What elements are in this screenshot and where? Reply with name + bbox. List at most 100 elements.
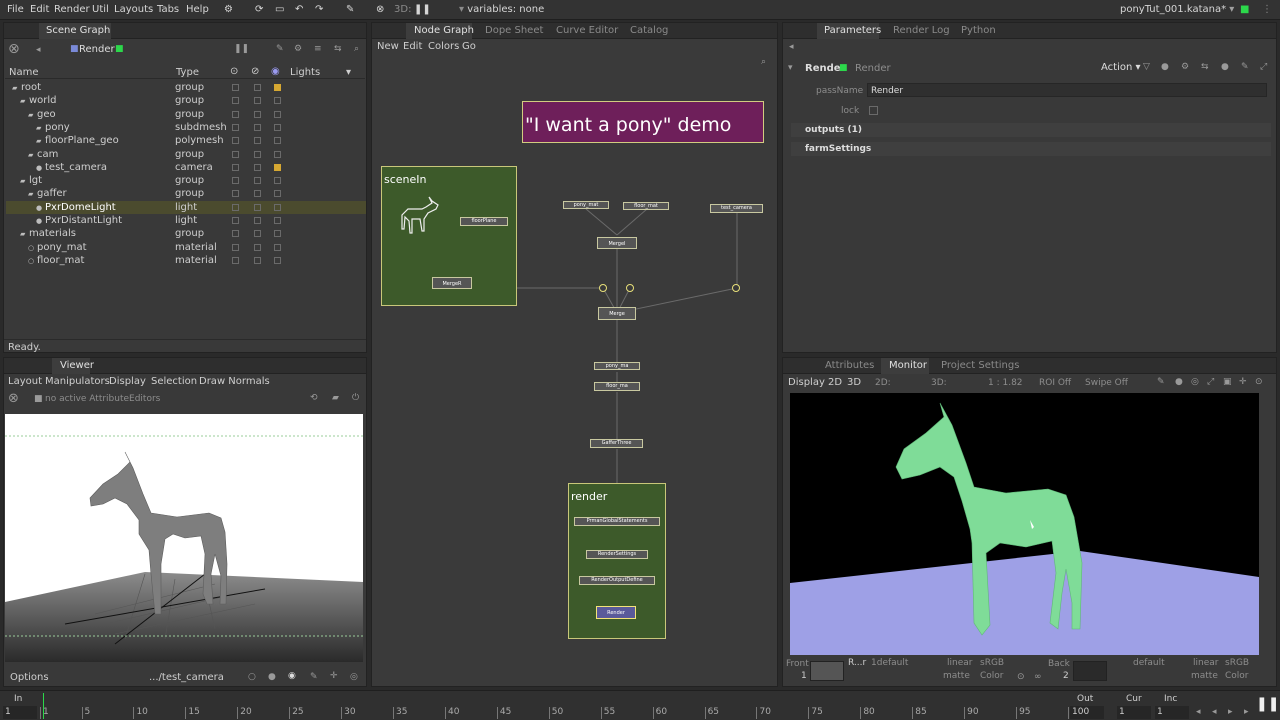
refresh-icon[interactable]: ⟳	[255, 4, 263, 15]
pin-checkbox[interactable]	[254, 230, 261, 238]
shade-icon[interactable]: ●	[268, 672, 276, 682]
visibility-checkbox[interactable]	[232, 230, 239, 238]
light-checkbox[interactable]	[274, 84, 281, 91]
pin-checkbox[interactable]	[254, 150, 261, 158]
pin-checkbox[interactable]	[254, 190, 261, 198]
redo-icon[interactable]: ↷	[315, 4, 323, 15]
visibility-checkbox[interactable]	[232, 97, 239, 105]
pen-icon[interactable]: ✎	[1157, 377, 1165, 387]
viewer-camera[interactable]: .../test_camera	[149, 672, 224, 683]
lights-dropdown-icon[interactable]: ▾	[346, 67, 351, 78]
monitor-menu-display[interactable]: Display	[788, 377, 825, 388]
menu-options-icon[interactable]: ⋮	[1262, 4, 1272, 15]
light-checkbox[interactable]	[274, 217, 281, 224]
front-color[interactable]: Color	[980, 671, 1004, 681]
frame-icon[interactable]: ▣	[1223, 377, 1232, 387]
edit-icon[interactable]: ✎	[276, 44, 284, 54]
node-pony-ma[interactable]: pony_ma	[594, 362, 640, 370]
pin-checkbox[interactable]	[254, 123, 261, 131]
pin-checkbox[interactable]	[254, 243, 261, 251]
render-icon[interactable]: ✎	[346, 4, 354, 15]
node-merge1[interactable]: MergeI	[597, 237, 637, 249]
node-floor-ma[interactable]: floor_ma	[594, 382, 640, 391]
tree-row[interactable]: ▰ lgt group	[6, 174, 366, 187]
snapshot-icon[interactable]: ▰	[332, 393, 339, 403]
back-swatch[interactable]	[1073, 661, 1107, 681]
dot-node[interactable]	[732, 284, 740, 292]
pony-demo-backdrop[interactable]: "I want a pony" demo	[522, 101, 764, 143]
tree-row[interactable]: ● PxrDistantLight light	[6, 214, 366, 227]
visibility-checkbox[interactable]	[232, 177, 239, 185]
monitor-menu-2d[interactable]: 2D	[828, 377, 842, 388]
project-name[interactable]: ponyTut_001.katana* ▾	[1120, 4, 1234, 15]
front-default[interactable]: 1default	[871, 658, 908, 668]
column-name[interactable]: Name	[9, 67, 39, 78]
playhead[interactable]	[43, 693, 44, 719]
play-icon[interactable]: ▸	[1228, 707, 1233, 717]
visibility-checkbox[interactable]	[232, 256, 239, 264]
tab-python[interactable]: Python	[961, 25, 996, 36]
pin-icon[interactable]: ⊘	[251, 66, 259, 77]
light-checkbox[interactable]	[274, 97, 281, 105]
viewer-options[interactable]: Options	[10, 672, 49, 683]
timeline-ruler[interactable]: 1510152025303540455055606570758085909510…	[40, 693, 1088, 719]
tab-render-log[interactable]: Render Log	[893, 25, 950, 36]
close-icon[interactable]: ⊗	[8, 41, 20, 57]
dot-node[interactable]	[599, 284, 607, 292]
visibility-checkbox[interactable]	[232, 150, 239, 158]
in-field[interactable]: 1	[3, 706, 37, 719]
light-checkbox[interactable]	[274, 190, 281, 198]
tree-row[interactable]: ▰ world group	[6, 94, 366, 107]
tree-row[interactable]: ▰ gaffer group	[6, 187, 366, 200]
menu-tabs[interactable]: Tabs	[157, 4, 179, 15]
column-lights[interactable]: Lights	[290, 67, 320, 78]
viewer-menu-display[interactable]: Display	[109, 376, 146, 387]
tab-viewer[interactable]: Viewer	[60, 360, 94, 371]
viewer-menu-layout[interactable]: Layout	[8, 376, 42, 387]
light-icon[interactable]: ◉	[271, 66, 280, 77]
visibility-checkbox[interactable]	[232, 84, 239, 91]
target-icon[interactable]: ⊙	[1255, 377, 1263, 387]
light-checkbox[interactable]	[274, 203, 281, 211]
back-matte[interactable]: matte	[1191, 671, 1218, 681]
eye-icon[interactable]: ◎	[1191, 377, 1199, 387]
light-checkbox[interactable]	[274, 110, 281, 118]
action-dropdown[interactable]: Action ▾	[1101, 62, 1141, 73]
node-merge2[interactable]: Merge	[598, 307, 636, 320]
eye-icon[interactable]: ◎	[350, 672, 358, 682]
gear-icon[interactable]: ⚙	[294, 44, 302, 54]
menu-edit[interactable]: Edit	[30, 4, 49, 15]
light-checkbox[interactable]	[274, 163, 281, 171]
move-icon[interactable]: ✛	[1239, 377, 1247, 387]
front-matte[interactable]: matte	[943, 671, 970, 681]
search-icon[interactable]: ⌕	[354, 44, 359, 54]
tab-attributes[interactable]: Attributes	[825, 360, 874, 371]
tree-row[interactable]: ○ pony_mat material	[6, 241, 366, 254]
light-checkbox[interactable]	[274, 256, 281, 264]
light-checkbox[interactable]	[274, 243, 281, 251]
tree-row[interactable]: ○ floor_mat material	[6, 254, 366, 267]
pin-checkbox[interactable]	[254, 256, 261, 264]
camera-icon[interactable]: ⟲	[310, 393, 318, 403]
menu-layouts[interactable]: Layouts	[114, 4, 153, 15]
front-r-label[interactable]: R...r	[848, 658, 866, 668]
viewer-menu-manipulators[interactable]: Manipulators	[45, 376, 110, 387]
close-icon[interactable]: ⊗	[8, 391, 19, 406]
menu-file[interactable]: File	[7, 4, 24, 15]
visibility-checkbox[interactable]	[232, 137, 239, 145]
cur-field[interactable]: 1	[1117, 706, 1151, 719]
visibility-checkbox[interactable]	[232, 203, 239, 211]
back-color[interactable]: Color	[1225, 671, 1249, 681]
pin-checkbox[interactable]	[254, 177, 261, 185]
roi-dropdown[interactable]: ROI Off	[1039, 378, 1071, 388]
menu-help[interactable]: Help	[186, 4, 209, 15]
step-back-icon[interactable]: ◂	[1196, 707, 1201, 717]
expand-icon[interactable]: ▾	[788, 63, 793, 73]
pin-checkbox[interactable]	[254, 110, 261, 118]
viewer-menu-draw-normals[interactable]: Draw Normals	[199, 376, 270, 387]
tab-parameters[interactable]: Parameters	[824, 25, 881, 36]
visibility-checkbox[interactable]	[232, 123, 239, 131]
light-checkbox[interactable]	[274, 123, 281, 131]
inc-field[interactable]: 1	[1155, 706, 1189, 719]
play-back-icon[interactable]: ◂	[1212, 707, 1217, 717]
